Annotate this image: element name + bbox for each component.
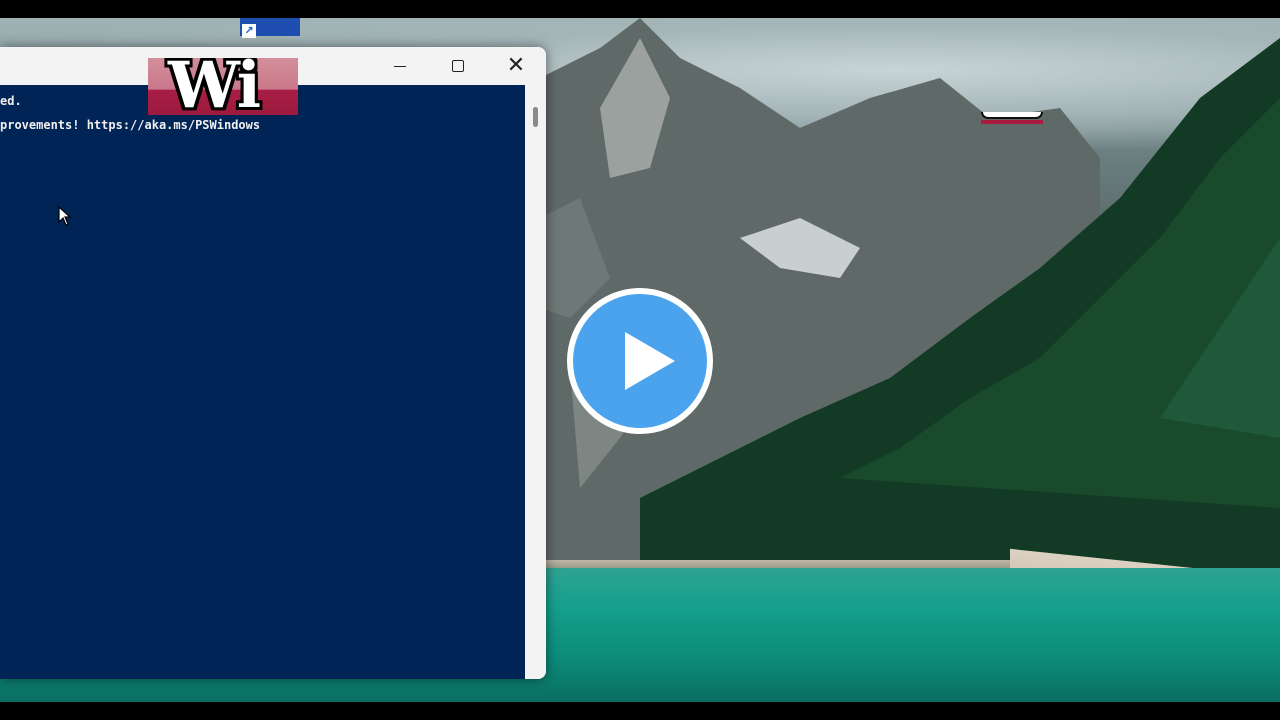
shortcut-arrow-icon: ↗	[242, 24, 256, 38]
overlay-logo-text: Wi	[168, 58, 261, 115]
console-scrollbar[interactable]	[525, 85, 546, 679]
badge-red-stroke	[981, 120, 1043, 124]
minimize-button[interactable]	[371, 47, 429, 85]
maximize-button[interactable]	[429, 47, 487, 85]
close-icon: ✕	[506, 53, 526, 78]
minimize-icon	[394, 65, 406, 67]
wallpaper-forest	[640, 38, 1280, 598]
play-icon	[625, 332, 675, 390]
console-output[interactable]: ed. provements! https://aka.ms/PSWindows	[0, 85, 525, 679]
overlay-badge	[981, 112, 1043, 125]
close-button[interactable]: ✕	[487, 47, 545, 85]
console-line: ed.	[0, 94, 22, 108]
mouse-cursor-icon	[58, 206, 72, 226]
letterbox-top	[0, 0, 1280, 18]
maximize-icon	[452, 60, 464, 72]
powershell-window[interactable]: ✕ ed. provements! https://aka.ms/PSWindo…	[0, 47, 546, 679]
console-line: provements! https://aka.ms/PSWindows	[0, 118, 261, 132]
letterbox-bottom	[0, 702, 1280, 720]
overlay-logo: Wi	[148, 58, 298, 115]
badge-white-stroke	[981, 112, 1043, 119]
play-button[interactable]	[567, 288, 713, 434]
scrollbar-thumb[interactable]	[533, 107, 538, 127]
play-button-fill	[573, 294, 707, 428]
